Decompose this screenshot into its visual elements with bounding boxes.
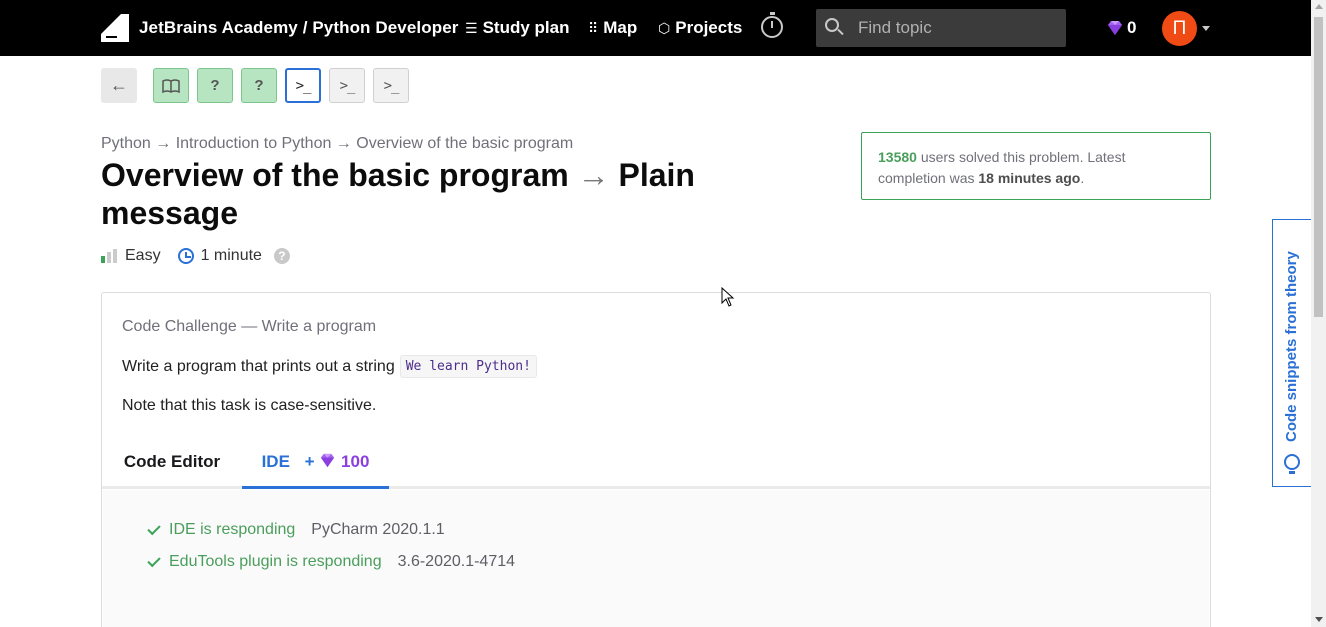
page-title: Overview of the basic program → Plain me… — [101, 157, 695, 231]
solved-info-box: 13580 users solved this problem. Latest … — [861, 132, 1211, 200]
step-code-2[interactable]: >_ — [329, 68, 365, 103]
cube-icon: ⬡ — [658, 19, 671, 36]
sidetab-label: Code snippets from theory — [1283, 251, 1300, 442]
step-quiz-2[interactable]: ? — [241, 68, 277, 103]
nav-map[interactable]: ⠿ Map — [588, 18, 637, 38]
stopwatch-icon[interactable] — [761, 12, 783, 38]
nav-projects[interactable]: ⬡ Projects — [658, 18, 742, 38]
duration-label: 1 minute — [200, 247, 262, 264]
avatar[interactable]: П — [1162, 11, 1197, 46]
tab-ide[interactable]: IDE + 100 — [242, 443, 389, 489]
plugin-status-row: EduTools plugin is responding 3.6-2020.1… — [147, 553, 515, 571]
check-icon — [147, 521, 161, 535]
gem-count[interactable]: 0 — [1127, 18, 1136, 38]
step-code-3[interactable]: >_ — [373, 68, 409, 103]
gem-icon — [321, 453, 335, 468]
page-scrollbar[interactable] — [1311, 0, 1326, 627]
mouse-cursor-icon — [721, 287, 735, 307]
jetbrains-logo-icon[interactable] — [101, 14, 129, 42]
challenge-kind: Code Challenge — Write a program — [122, 318, 377, 335]
problem-meta: Easy 1 minute ? — [101, 247, 290, 265]
step-quiz-1[interactable]: ? — [197, 68, 233, 103]
breadcrumb[interactable]: Python → Introduction to Python → Overvi… — [101, 135, 573, 153]
task-statement: Write a program that prints out a string… — [122, 355, 537, 378]
nav-study-plan[interactable]: ☰ Study plan — [465, 18, 569, 38]
difficulty-label: Easy — [125, 247, 161, 264]
code-snippets-sidetab[interactable]: Code snippets from theory — [1272, 219, 1311, 487]
difficulty-bars-icon — [101, 249, 117, 263]
gem-icon[interactable] — [1106, 19, 1124, 37]
book-icon — [162, 78, 180, 93]
challenge-card: Code Challenge — Write a program Write a… — [101, 292, 1211, 627]
title-arrow: → — [577, 157, 610, 193]
task-note: Note that this task is case-sensitive. — [122, 397, 377, 414]
task-code: We learn Python! — [399, 355, 537, 378]
tab-code-editor[interactable]: Code Editor — [102, 443, 242, 489]
solution-tabs: Code Editor IDE + 100 — [102, 443, 1210, 489]
scroll-down-icon[interactable] — [1315, 617, 1323, 622]
step-code-current[interactable]: >_ — [285, 68, 321, 103]
check-icon — [147, 553, 161, 567]
last-completion: 18 minutes ago — [978, 170, 1081, 186]
lightbulb-icon — [1284, 454, 1300, 474]
list-icon: ☰ — [465, 19, 478, 36]
ide-status-row: IDE is responding PyCharm 2020.1.1 — [147, 521, 445, 539]
scroll-up-icon[interactable] — [1315, 4, 1323, 9]
step-navigation: ← ? ? >_ >_ >_ — [101, 68, 417, 103]
clock-icon — [177, 248, 194, 264]
step-theory[interactable] — [153, 68, 189, 103]
back-button[interactable]: ← — [101, 68, 137, 103]
ide-panel: IDE is responding PyCharm 2020.1.1 EduTo… — [103, 490, 1209, 627]
scroll-thumb[interactable] — [1314, 17, 1323, 317]
help-icon[interactable]: ? — [273, 248, 290, 264]
search-icon — [825, 18, 839, 32]
brand-title[interactable]: JetBrains Academy / Python Developer — [139, 18, 458, 38]
search-input[interactable] — [858, 17, 1058, 39]
solved-count: 13580 — [878, 149, 917, 165]
grid-icon: ⠿ — [588, 19, 599, 36]
top-nav: JetBrains Academy / Python Developer ☰ S… — [0, 0, 1311, 56]
chevron-down-icon[interactable] — [1202, 26, 1210, 31]
search-box[interactable] — [816, 9, 1066, 47]
